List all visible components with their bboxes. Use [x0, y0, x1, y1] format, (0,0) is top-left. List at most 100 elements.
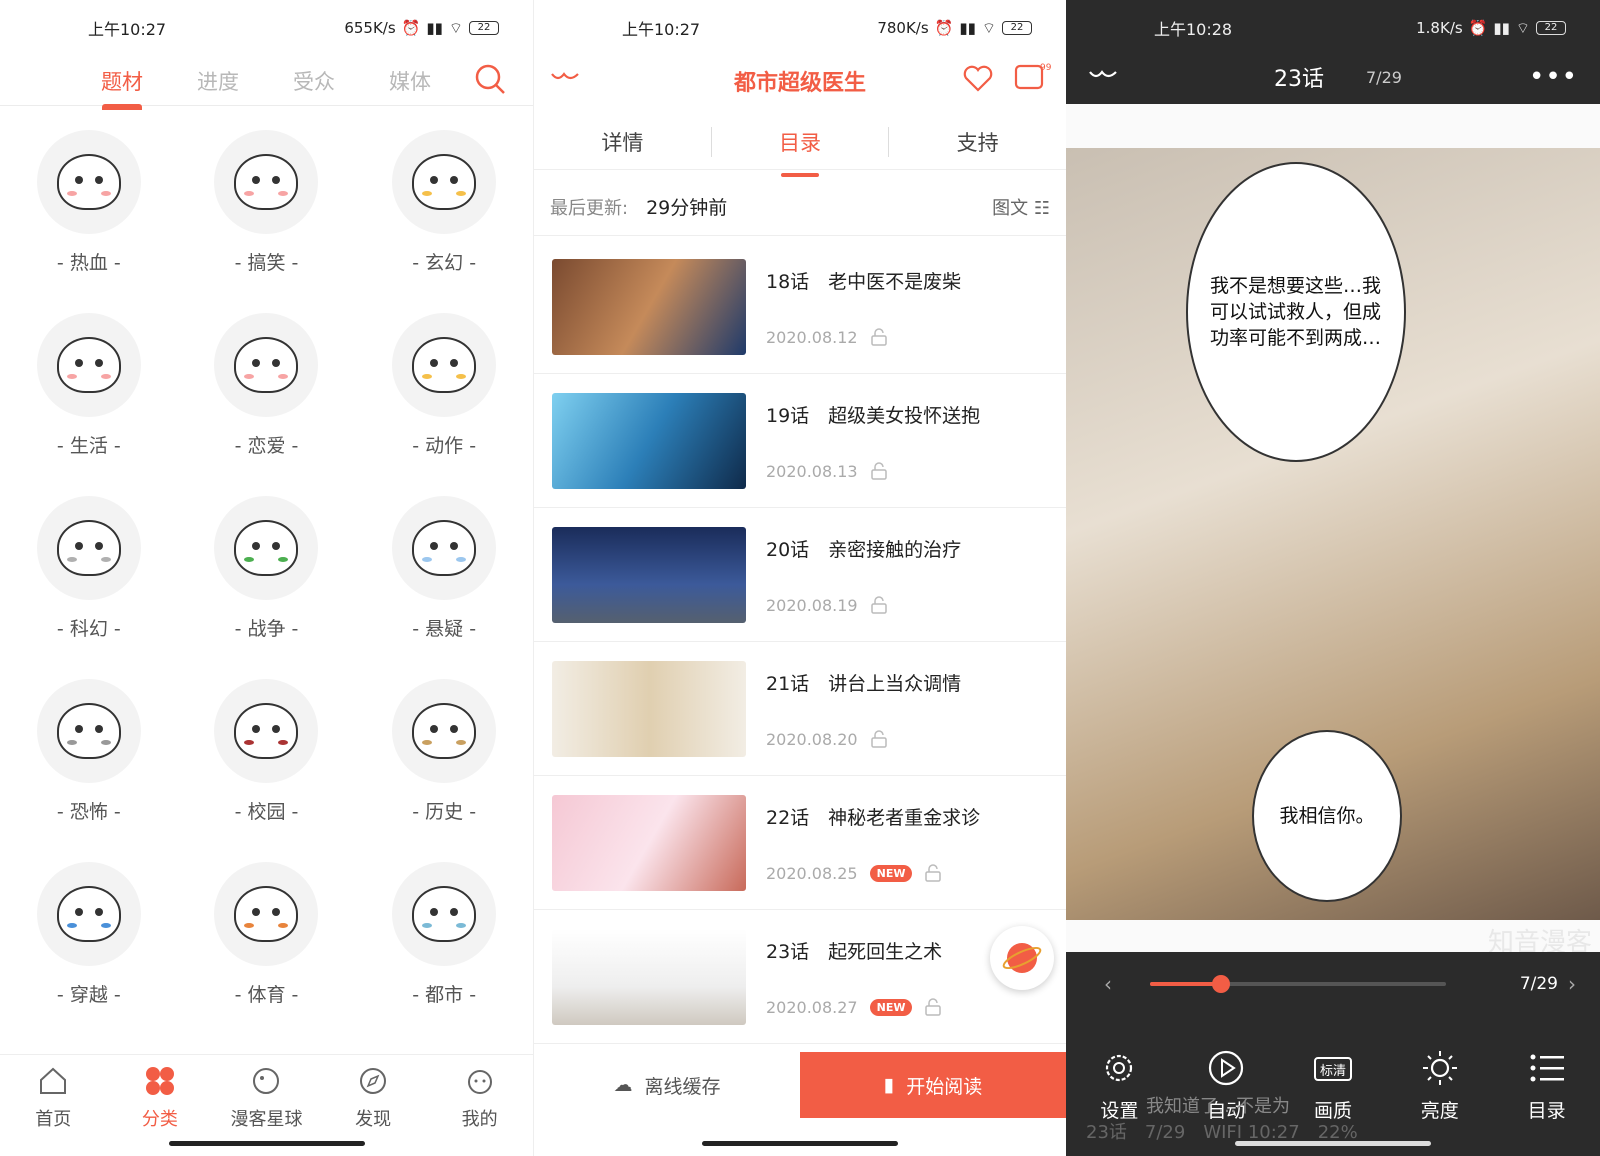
chapter-item[interactable]: 20话 亲密接触的治疗 2020.08.19	[534, 508, 1066, 642]
category-item[interactable]: - 都市 -	[355, 862, 533, 1007]
category-mascot-icon	[214, 496, 319, 600]
category-item[interactable]: - 热血 -	[0, 130, 178, 275]
category-item[interactable]: - 恋爱 -	[178, 313, 356, 458]
mascot-blush	[244, 740, 255, 745]
read-label: 开始阅读	[906, 1075, 983, 1098]
category-item[interactable]: - 悬疑 -	[355, 496, 533, 641]
category-item[interactable]: - 搞笑 -	[178, 130, 356, 275]
quality-badge: 标清	[1320, 1064, 1346, 1079]
planet-float-button[interactable]	[990, 926, 1054, 990]
category-tabs: 题材 进度 受众 媒体	[0, 56, 533, 110]
slider-fill	[1150, 982, 1222, 986]
chapter-item[interactable]: 22话 神秘老者重金求诊 2020.08.25 NEW	[534, 776, 1066, 910]
comic-page[interactable]: 我不是想要这些…我可以试试救人，但成功率可能不到两成… 我相信你。 知音漫客	[1066, 104, 1600, 958]
mascot-face	[412, 520, 477, 576]
category-item[interactable]: - 玄幻 -	[355, 130, 533, 275]
next-chapter-icon[interactable]: ›	[1568, 972, 1576, 996]
chapter-info: 20话 亲密接触的治疗 2020.08.19	[766, 527, 961, 623]
category-item[interactable]: - 生活 -	[0, 313, 178, 458]
mascot-face	[56, 154, 121, 210]
mascot-blush	[244, 191, 255, 196]
category-item[interactable]: - 校园 -	[178, 679, 356, 824]
mascot-blush	[100, 923, 111, 928]
mascot-blush	[278, 374, 289, 379]
gear-icon	[1106, 1054, 1133, 1082]
category-item[interactable]: - 体育 -	[178, 862, 356, 1007]
category-item[interactable]: - 科幻 -	[0, 496, 178, 641]
nav-label: 分类	[141, 1109, 178, 1130]
category-label: - 历史 -	[412, 801, 477, 823]
search-icon[interactable]	[471, 60, 511, 100]
sun-icon	[1422, 1051, 1457, 1085]
category-label: - 搞笑 -	[234, 252, 299, 274]
planet-icon	[1002, 943, 1042, 973]
signal-icon: ▮▮	[426, 19, 443, 37]
wifi-icon: ⌔	[1515, 18, 1530, 37]
category-item[interactable]: - 战争 -	[178, 496, 356, 641]
category-mascot-icon	[36, 679, 141, 783]
category-item[interactable]: - 穿越 -	[0, 862, 178, 1007]
chapter-item[interactable]: 18话 老中医不是废柴 2020.08.12	[534, 240, 1066, 374]
chapter-info: 21话 讲台上当众调情 2020.08.20	[766, 661, 961, 757]
category-item[interactable]: - 动作 -	[355, 313, 533, 458]
slider-knob[interactable]	[1212, 975, 1231, 993]
category-item[interactable]: - 历史 -	[355, 679, 533, 824]
status-time: 上午10:27	[88, 20, 167, 39]
offline-label: 离线缓存	[644, 1075, 721, 1098]
chapter-item[interactable]: 21话 讲台上当众调情 2020.08.20	[534, 642, 1066, 776]
category-item[interactable]: - 恐怖 -	[0, 679, 178, 824]
view-mode-label: 图文	[992, 197, 1029, 219]
mascot-blush	[66, 557, 77, 562]
update-value: 29分钟前	[646, 197, 728, 219]
back-icon[interactable]	[1086, 60, 1120, 94]
page-slider[interactable]	[1150, 975, 1446, 993]
tab-catalog[interactable]: 目录	[710, 126, 889, 157]
offline-cache-button[interactable]: ☁ 离线缓存	[534, 1052, 800, 1118]
tab-media[interactable]: 媒体	[362, 66, 458, 96]
category-mascot-icon	[392, 496, 497, 600]
alarm-icon: ⏰	[1468, 19, 1488, 37]
category-mascot-icon	[214, 130, 319, 234]
mascot-blush	[422, 740, 433, 745]
chapter-thumbnail	[552, 392, 746, 489]
back-icon[interactable]	[548, 62, 582, 96]
catalog-button[interactable]: 目录	[1493, 1048, 1600, 1123]
chapter-item[interactable]: 19话 超级美女投怀送抱 2020.08.13	[534, 374, 1066, 508]
chapter-meta: 2020.08.27 NEW	[766, 998, 942, 1017]
reader-header: 23话 7/29 •••	[1066, 50, 1600, 104]
slider-page-text: 7/29	[1519, 974, 1558, 994]
more-icon[interactable]: •••	[1529, 62, 1578, 92]
profile-icon	[467, 1070, 492, 1094]
prev-chapter-icon[interactable]: ‹	[1104, 972, 1112, 996]
nav-home[interactable]: 首页	[0, 1055, 107, 1156]
chapter-date: 2020.08.25	[766, 863, 858, 883]
battery-icon: 22	[1002, 21, 1032, 35]
start-reading-button[interactable]: ▮ 开始阅读	[800, 1052, 1066, 1118]
chapter-item[interactable]: 23话 起死回生之术 2020.08.27 NEW	[534, 910, 1066, 1044]
background-bubble-text: 我知道了…不是为	[1146, 1096, 1290, 1117]
brightness-button[interactable]: 亮度	[1386, 1048, 1493, 1123]
tab-theme[interactable]: 题材	[74, 66, 170, 110]
view-mode-toggle[interactable]: 图文 ☷	[992, 194, 1050, 220]
mascot-blush	[422, 923, 433, 928]
chapter-date: 2020.08.12	[766, 327, 858, 347]
action-bar: ☁ 离线缓存 ▮ 开始阅读	[534, 1052, 1066, 1118]
chapter-date: 2020.08.20	[766, 729, 858, 749]
mascot-blush	[66, 191, 77, 196]
mascot-face	[412, 886, 477, 942]
reader-controls: ‹ 7/29 › 设置 自动 标清 画质 亮度 目录 我知道了…不是为 23话 …	[1066, 952, 1600, 1156]
tab-support[interactable]: 支持	[888, 126, 1066, 157]
comment-icon[interactable]: 99+	[1012, 60, 1052, 96]
list-icon	[1530, 1054, 1564, 1082]
mascot-face	[412, 337, 477, 393]
tab-progress[interactable]: 进度	[170, 66, 266, 96]
mascot-blush	[278, 191, 289, 196]
favorite-heart-icon[interactable]	[960, 60, 996, 96]
nav-mine[interactable]: 我的	[426, 1055, 533, 1156]
battery-icon: 22	[1536, 21, 1566, 35]
category-label: - 悬疑 -	[412, 618, 477, 640]
tab-details[interactable]: 详情	[534, 127, 711, 157]
tab-audience[interactable]: 受众	[266, 66, 362, 96]
category-mascot-icon	[392, 313, 497, 417]
wifi-icon: ⌔	[448, 18, 463, 37]
